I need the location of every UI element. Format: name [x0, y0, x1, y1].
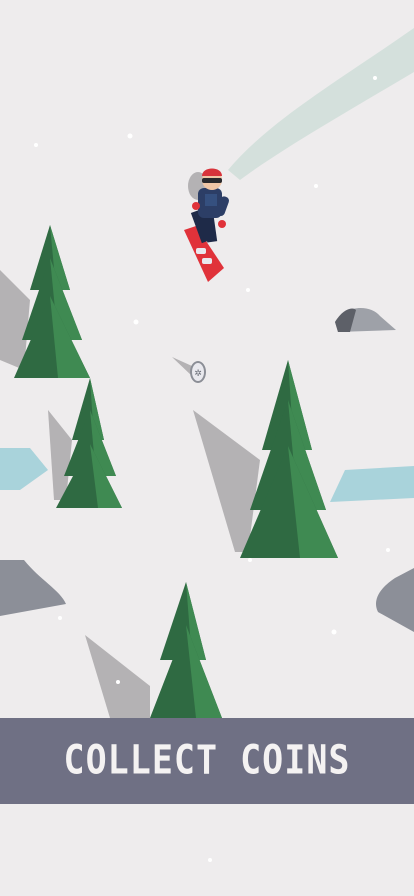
snow-trail [228, 28, 414, 180]
pine-tree [150, 582, 222, 718]
ice-patch-left [0, 448, 48, 490]
hint-banner: COLLECT COINS [0, 718, 414, 804]
tree-shadow [85, 635, 150, 718]
banner-title: COLLECT COINS [63, 738, 351, 784]
rock-bottom-right [375, 568, 414, 632]
snowboarder-player[interactable] [184, 168, 230, 283]
ice-patch-right [330, 466, 414, 502]
rock-left [0, 560, 66, 616]
tree-shadow [193, 410, 260, 552]
coin-icon[interactable]: ✲ [172, 357, 206, 383]
svg-text:✲: ✲ [194, 369, 202, 379]
